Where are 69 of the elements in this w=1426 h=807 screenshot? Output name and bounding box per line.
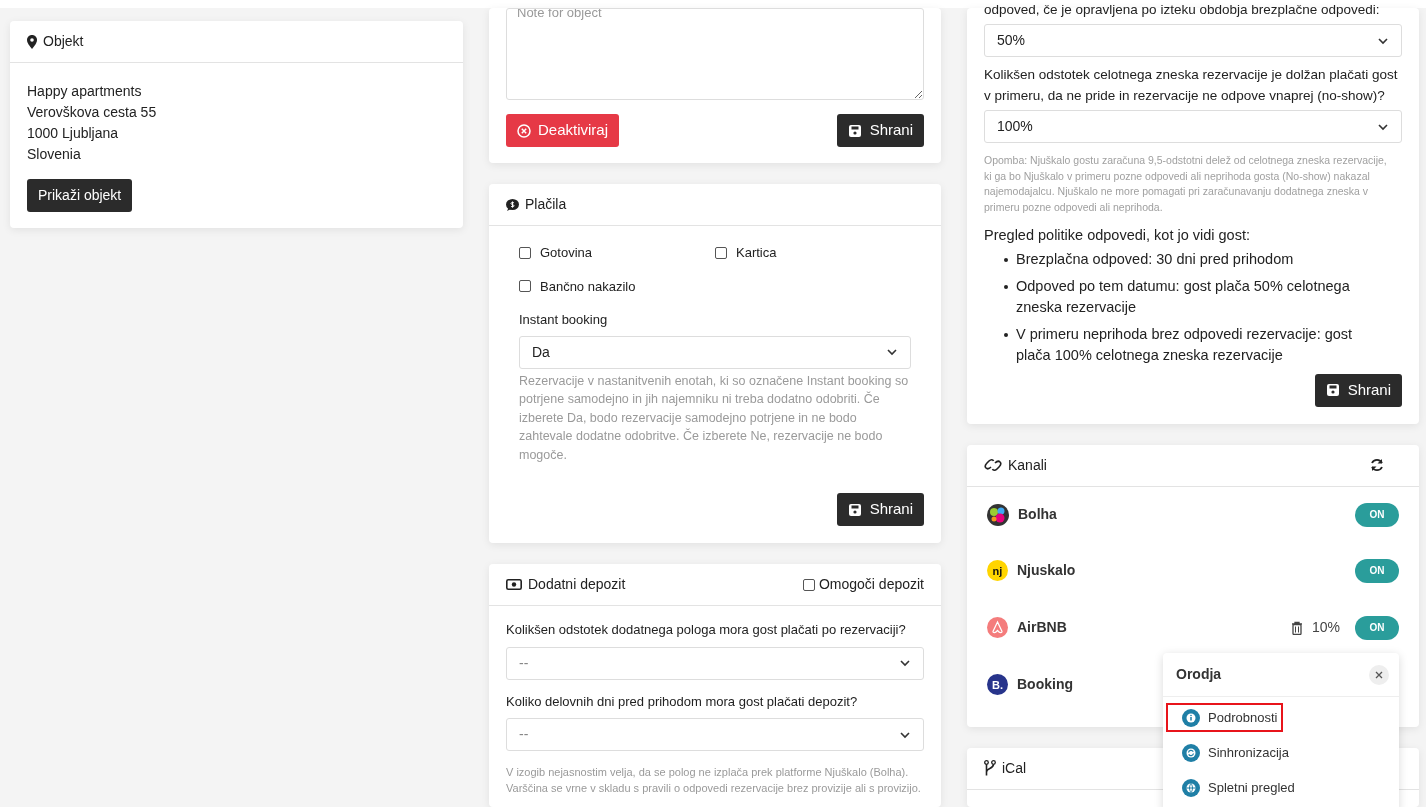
save-button[interactable]: Shrani (836, 114, 924, 147)
popup-title: Orodja (1176, 665, 1222, 684)
channel-name: Bolha (1018, 505, 1057, 525)
commission-text: 10% (1311, 618, 1340, 638)
checkbox[interactable] (519, 280, 531, 293)
field-label: Instant booking (519, 311, 609, 329)
card-title: iCal (1002, 758, 1027, 778)
help-text: V izogib nejasnostim velja, da se polog ne izplača prek platforme Njuškalo (Bolha). Varščina se vrne v skladu s pravili o odpovedi rezervacije brez provizije ali s provizijo. (506, 765, 922, 796)
save-button[interactable]: Shrani (836, 493, 924, 526)
checkbox[interactable] (715, 246, 727, 259)
field-label: odpoved, če je opravljena po izteku obdobja brezplačne odpovedi: (984, 1, 1381, 19)
help-text: Rezervacije v nastanitvenih enotah, ki so označene Instant booking so potrjene samodejno in jih najemniku ni treba dodatno odobriti. Če izberete Da, bodo rezervacije samodejno potrjene in ne bodo zahtevale dodatne odobritve. Če izberete Ne, rezervacije ne bodo mogoče. (519, 372, 910, 464)
field-label: Kolikšen odstotek celotnega zneska rezervacije je dolžan plačati gost v primeru, da ne pride in rezervacije ne odpove vnaprej (no-show)? (984, 66, 1399, 105)
checkbox[interactable] (802, 578, 815, 591)
channel-name: Booking (1017, 675, 1073, 695)
card-title: Kanali (1008, 455, 1047, 475)
channel-name: AirBNB (1017, 618, 1067, 638)
select-field[interactable]: -- (506, 718, 924, 751)
select-field[interactable]: Da (519, 335, 911, 369)
checkbox-label: Omogoči depozit (818, 575, 924, 594)
menu-item[interactable]: Spletni pregled (1166, 773, 1301, 802)
checkbox-label: Gotovina (540, 244, 593, 262)
channel-name: Njuskalo (1017, 561, 1076, 581)
menu-item[interactable]: Podrobnosti (1166, 703, 1284, 732)
checkbox-label: Bančno nakazilo (540, 277, 636, 296)
address-line: Slovenia (27, 145, 82, 164)
address-line: 1000 Ljubljana (27, 124, 120, 143)
close-icon (1375, 670, 1383, 679)
branch-icon (984, 760, 996, 777)
circle-x-icon (517, 123, 531, 138)
logo-icon: nj (987, 560, 1008, 582)
map-pin-icon (27, 34, 37, 49)
address-line: Verovškova cesta 55 (27, 103, 158, 122)
logo-icon: B. (987, 674, 1008, 696)
card-title: Objekt (43, 32, 84, 51)
deactivate-button[interactable]: Deaktiviraj (506, 114, 620, 147)
close-button[interactable] (1369, 664, 1389, 685)
trash-icon (1290, 620, 1303, 635)
card-title: Dodatni depozit (528, 575, 626, 594)
menu-item[interactable]: Sinhronizacija (1166, 738, 1295, 767)
checkbox-label: Kartica (736, 244, 777, 262)
field-label: Koliko delovnih dni pred prihodom mora gost plačati depozit? (506, 692, 859, 711)
select-field[interactable]: 50% (984, 24, 1402, 57)
help-text: Opomba: Njuškalo gostu zaračuna 9,5-odstotni delež od celotnega zneska rezervacije, ki ga bo Njuškalo v primeru pozne odpovedi ali neprihoda gosta (No-show) nakazal najemodajalcu. Njuškalo ne more pomagati pri zaračunavanju dodatnega zneska v primeru pozne odpovedi ali neprihoda. (984, 153, 1388, 215)
address-line: Happy apartments (27, 82, 143, 101)
list-item-text: Odpoved po tem datumu: gost plača 50% celotnega zneska rezervacije (1016, 276, 1351, 317)
chevron-down-icon (886, 346, 898, 358)
dots-logo-icon (987, 503, 1009, 526)
summary-title: Pregled politike odpovedi, kot jo vidi gost: (984, 226, 1251, 245)
card-title: Plačila (525, 195, 567, 214)
banknote-icon (506, 579, 522, 590)
globe-icon (1182, 778, 1200, 797)
select-field[interactable]: -- (506, 646, 924, 680)
info-icon (1182, 708, 1200, 727)
save-icon (847, 502, 862, 517)
sync-icon (1182, 743, 1200, 762)
field-label: Kolikšen odstotek dodatnega pologa mora gost plačati po rezervaciji? (506, 621, 907, 639)
save-button[interactable]: Shrani (1314, 373, 1402, 407)
list-item-text: V primeru neprihoda brez odpovedi rezervacije: gost plača 100% celotnega zneska rezervacije (1016, 324, 1354, 365)
show-object-button[interactable]: Prikaži objekt (27, 179, 133, 212)
money-bubble-icon (506, 198, 519, 211)
save-icon (847, 123, 862, 138)
save-icon (1325, 383, 1340, 398)
refresh-icon (1370, 458, 1384, 473)
chevron-down-icon (899, 657, 911, 669)
checkbox[interactable] (519, 246, 531, 259)
select-field[interactable]: 100% (984, 110, 1402, 143)
list-item-text: Brezplačna odpoved: 30 dni pred prihodom (1016, 249, 1295, 269)
link-icon (984, 458, 1002, 473)
